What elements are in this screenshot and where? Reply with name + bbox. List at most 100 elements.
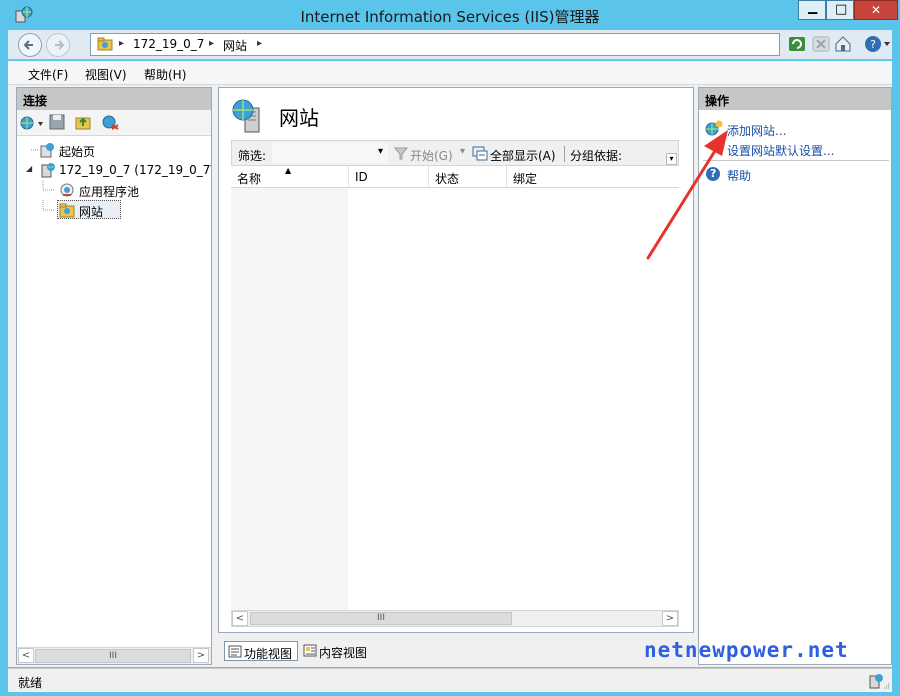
filter-input[interactable] [272, 143, 388, 163]
column-name[interactable]: 名称 ▲ [231, 166, 349, 187]
scroll-right-button[interactable]: > [662, 611, 678, 626]
tree-item-sites[interactable]: 网站 [25, 200, 211, 220]
name-column-background [231, 188, 348, 610]
group-by-label[interactable]: 分组依据: [570, 147, 622, 164]
breadcrumb-separator: ▸ [257, 38, 263, 49]
forward-button[interactable] [46, 33, 70, 57]
actions-divider [703, 160, 889, 161]
minimize-icon: ▁ [808, 0, 818, 14]
scroll-left-button[interactable]: < [232, 611, 248, 626]
close-button[interactable]: ✕ [854, 0, 898, 20]
save-icon[interactable] [49, 114, 65, 130]
connections-hscrollbar[interactable]: < III > [17, 647, 211, 664]
scroll-thumb[interactable]: III [250, 612, 512, 625]
server-icon [41, 163, 55, 178]
connect-globe-icon[interactable] [20, 115, 44, 131]
menu-file[interactable]: 文件(F) [28, 66, 68, 83]
home-icon[interactable] [834, 35, 852, 53]
actions-header: 操作 [699, 88, 891, 110]
breadcrumb-separator: ▸ [209, 38, 215, 49]
breadcrumb-separator: ▸ [119, 38, 125, 49]
address-bar: ▸ 172_19_0_7 ▸ 网站 ▸ ? [8, 30, 892, 60]
status-server-icon [869, 674, 889, 689]
app-pool-icon [60, 183, 74, 197]
help-icon[interactable]: ? [864, 35, 882, 53]
column-id[interactable]: ID [349, 166, 429, 187]
column-status[interactable]: 状态 [429, 166, 507, 187]
toolbar-overflow-button[interactable]: ▾ [666, 153, 677, 165]
breadcrumb-sites[interactable]: 网站 [223, 37, 247, 54]
show-all-icon [472, 146, 488, 161]
sites-folder-icon [59, 203, 75, 218]
sites-hscrollbar[interactable]: < III > [231, 610, 679, 627]
forward-arrow-icon [55, 40, 65, 50]
column-binding[interactable]: 绑定 [507, 166, 679, 187]
stop-icon[interactable] [812, 36, 830, 52]
tree-item-server[interactable]: ◢ 172_19_0_7 (172_19_0_7\Ad [25, 160, 211, 180]
add-site-link[interactable]: 添加网站... [727, 122, 786, 139]
site-folder-icon [97, 37, 113, 51]
tree-item-label: 172_19_0_7 (172_19_0_7\Ad [59, 163, 211, 177]
filter-bar: 筛选: ▾ 开始(G) ▾ 全部显示(A) 分组依据: ▾ [231, 140, 679, 166]
sort-ascending-icon: ▲ [285, 166, 292, 175]
window-title: Internet Information Services (IIS)管理器 [300, 8, 600, 26]
tree-item-app-pools[interactable]: 应用程序池 [25, 180, 211, 200]
start-dropdown-icon[interactable]: ▾ [460, 146, 465, 157]
close-icon: ✕ [871, 3, 882, 17]
work-area: 连接 起始页 ◢ 172_19_0_7 (172_19_0_7 应用程序池 网站… [8, 85, 892, 667]
sites-globe-icon [232, 99, 260, 133]
tree-connector [42, 200, 55, 211]
tab-feature-view[interactable]: 功能视图 [224, 641, 298, 661]
breadcrumb-server[interactable]: 172_19_0_7 [133, 37, 204, 51]
tab-content-view[interactable]: 内容视图 [300, 641, 372, 661]
tree-connector [42, 180, 55, 191]
status-bar: 就绪 [8, 668, 892, 692]
help-link[interactable]: 帮助 [727, 167, 751, 184]
scroll-thumb[interactable]: III [35, 649, 191, 663]
add-site-icon [705, 120, 723, 136]
menu-help[interactable]: 帮助(H) [144, 66, 186, 83]
funnel-icon [394, 147, 408, 160]
scroll-right-button[interactable]: > [193, 648, 209, 663]
address-toolbar: ? [788, 34, 890, 56]
connections-toolbar [17, 110, 211, 136]
start-page-icon [40, 143, 54, 158]
show-all-button[interactable]: 全部显示(A) [490, 147, 556, 164]
status-text: 就绪 [18, 676, 43, 690]
feature-view-icon [228, 645, 242, 658]
sites-list-header: 名称 ▲ ID 状态 绑定 [231, 166, 679, 188]
filter-label: 筛选: [238, 149, 267, 163]
sites-pane: 网站 筛选: ▾ 开始(G) ▾ 全部显示(A) 分组依据: ▾ 名称 ▲ ID… [218, 87, 694, 633]
tree-item-label: 起始页 [59, 145, 96, 159]
column-name-label: 名称 [237, 172, 262, 186]
up-level-icon[interactable] [75, 114, 91, 130]
scroll-left-button[interactable]: < [18, 648, 34, 663]
actions-pane: 操作 添加网站... 设置网站默认设置... ? 帮助 [698, 87, 892, 665]
tab-label: 功能视图 [244, 647, 293, 661]
sites-list[interactable] [231, 188, 679, 610]
chevron-down-icon[interactable] [884, 41, 890, 47]
menu-view[interactable]: 视图(V) [85, 66, 127, 83]
maximize-icon: □ [835, 2, 848, 17]
connections-pane: 连接 起始页 ◢ 172_19_0_7 (172_19_0_7 应用程序池 网站… [16, 87, 212, 665]
content-view-icon [303, 644, 317, 657]
set-site-defaults-link[interactable]: 设置网站默认设置... [727, 142, 834, 159]
minimize-button[interactable]: ▁ [798, 0, 826, 20]
tree-item-start-page[interactable]: 起始页 [25, 140, 211, 160]
tree-expand-icon[interactable]: ◢ [26, 164, 32, 173]
view-tabs: 功能视图 内容视图 [218, 639, 694, 663]
menu-bar: 文件(F) 视图(V) 帮助(H) [8, 61, 892, 85]
disconnect-icon[interactable] [101, 114, 119, 130]
title-bar: Internet Information Services (IIS)管理器 ▁… [0, 0, 900, 30]
refresh-icon[interactable] [788, 36, 806, 52]
help-glyph: ? [710, 167, 717, 180]
back-arrow-icon [23, 40, 33, 50]
filter-dropdown-icon[interactable]: ▾ [378, 146, 383, 157]
toolbar-separator [564, 146, 565, 162]
page-title: 网站 [279, 106, 319, 130]
back-button[interactable] [18, 33, 42, 57]
start-filter-button[interactable]: 开始(G) [410, 147, 453, 164]
address-field[interactable]: ▸ 172_19_0_7 ▸ 网站 ▸ [90, 33, 780, 56]
connections-header: 连接 [17, 88, 211, 110]
maximize-button[interactable]: □ [826, 0, 854, 20]
